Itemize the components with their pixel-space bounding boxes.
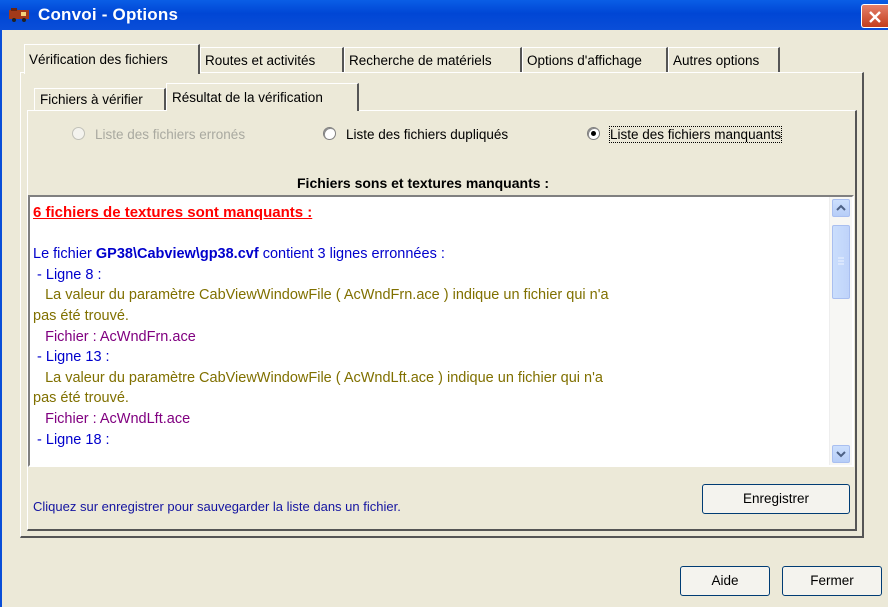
radio-erroneous-files[interactable]: Liste des fichiers erronés: [72, 127, 245, 145]
scroll-up-button[interactable]: [832, 199, 850, 217]
grip-icon: [838, 257, 844, 265]
list-header: 6 fichiers de textures sont manquants :: [33, 204, 313, 221]
train-app-icon: [9, 8, 29, 22]
tab-other-options[interactable]: Autres options: [668, 47, 780, 72]
tab-label: Vérification des fichiers: [29, 52, 168, 67]
save-button[interactable]: Enregistrer: [702, 484, 850, 514]
tab-equipment-search[interactable]: Recherche de matériels: [344, 47, 522, 72]
radio-indicator: [323, 127, 336, 140]
radio-label: Liste des fichiers dupliqués: [346, 127, 509, 142]
window-title: Convoi - Options: [38, 5, 179, 24]
scroll-thumb[interactable]: [832, 225, 850, 299]
file-suffix: contient 3 lignes erronnées :: [258, 246, 445, 263]
close-button[interactable]: Fermer: [782, 566, 882, 596]
list-item: pas été trouvé.: [33, 390, 129, 407]
radio-indicator: [72, 127, 85, 140]
subtab-verification-result[interactable]: Résultat de la vérification: [166, 83, 359, 111]
list-item: La valeur du paramètre CabViewWindowFile…: [33, 287, 609, 304]
missing-files-list[interactable]: 6 fichiers de textures sont manquants : …: [28, 195, 854, 467]
list-item: - Ligne 8 :: [33, 266, 102, 283]
radio-duplicated-files[interactable]: Liste des fichiers dupliqués: [323, 127, 508, 145]
file-prefix: Le fichier: [33, 246, 96, 263]
list-item: La valeur du paramètre CabViewWindowFile…: [33, 369, 603, 386]
chevron-down-icon: [836, 451, 846, 458]
file-line: Le fichier GP38\Cabview\gp38.cvf contien…: [33, 244, 828, 265]
list-item: Fichier : AcWndLft.ace: [33, 410, 191, 427]
list-content: 6 fichiers de textures sont manquants : …: [33, 203, 828, 450]
list-item: Fichier : AcWndFrn.ace: [33, 328, 196, 345]
tab-routes-activities[interactable]: Routes et activités: [200, 47, 344, 72]
radio-label: Liste des fichiers manquants: [608, 126, 783, 143]
radio-indicator: [587, 127, 600, 140]
subtab-files-to-check[interactable]: Fichiers à vérifier: [34, 88, 166, 110]
list-item: - Ligne 13 :: [33, 349, 110, 366]
tab-display-options[interactable]: Options d'affichage: [522, 47, 668, 72]
radio-missing-files[interactable]: Liste des fichiers manquants: [587, 126, 783, 145]
tab-label: Autres options: [673, 53, 760, 68]
title-bar: Convoi - Options: [0, 0, 888, 30]
subtab-label: Fichiers à vérifier: [40, 92, 143, 107]
list-item: pas été trouvé.: [33, 307, 129, 324]
help-button[interactable]: Aide: [680, 566, 770, 596]
chevron-up-icon: [836, 204, 846, 211]
section-title: Fichiers sons et textures manquants :: [297, 175, 550, 191]
radio-label: Liste des fichiers erronés: [95, 127, 246, 142]
window-frame: [0, 30, 2, 607]
tab-label: Options d'affichage: [527, 53, 642, 68]
tab-file-verification[interactable]: Vérification des fichiers: [24, 44, 200, 74]
tab-label: Recherche de matériels: [349, 53, 492, 68]
list-item: - Ligne 18 :: [33, 431, 110, 448]
save-hint: Cliquez sur enregistrer pour sauvegarder…: [33, 499, 401, 514]
file-name: GP38\Cabview\gp38.cvf: [95, 246, 259, 263]
subtab-label: Résultat de la vérification: [172, 90, 323, 105]
scroll-down-button[interactable]: [832, 445, 850, 463]
tab-label: Routes et activités: [205, 53, 316, 68]
vertical-scrollbar[interactable]: [829, 197, 852, 465]
close-window-button[interactable]: [861, 4, 888, 28]
close-icon: [869, 11, 881, 23]
